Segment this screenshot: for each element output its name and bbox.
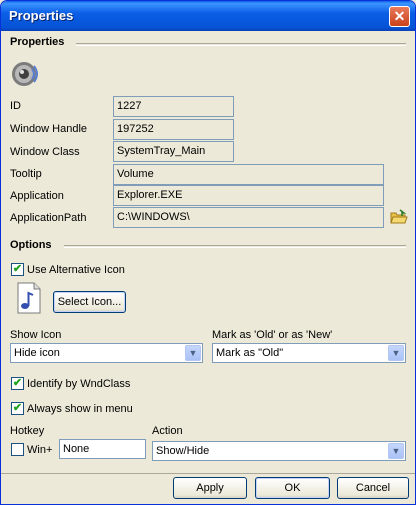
window-title: Properties: [9, 8, 74, 23]
show-icon-select[interactable]: Hide icon ▼: [10, 343, 203, 363]
use-alt-icon-label: Use Alternative Icon: [27, 264, 125, 276]
identify-by-class-checkbox[interactable]: ✔: [11, 377, 24, 390]
use-alt-icon-checkbox[interactable]: ✔: [11, 263, 24, 276]
always-show-label: Always show in menu: [27, 403, 133, 415]
select-icon-button[interactable]: Select Icon...: [53, 291, 126, 313]
win-checkbox[interactable]: [11, 443, 24, 456]
mark-select[interactable]: Mark as "Old" ▼: [212, 343, 406, 363]
mark-value: Mark as "Old": [216, 347, 284, 359]
id-field[interactable]: 1227: [113, 96, 234, 117]
music-note-icon: [12, 282, 44, 314]
application-path-label: ApplicationPath: [10, 212, 87, 224]
properties-divider: [76, 43, 406, 46]
hotkey-label: Hotkey: [10, 425, 45, 437]
window-handle-label: Window Handle: [10, 123, 88, 135]
chevron-down-icon[interactable]: ▼: [388, 443, 404, 459]
chevron-down-icon[interactable]: ▼: [185, 345, 201, 361]
close-button[interactable]: ✕: [389, 6, 410, 27]
action-select[interactable]: Show/Hide ▼: [152, 441, 406, 461]
options-divider: [64, 245, 406, 248]
win-label: Win+: [27, 444, 53, 456]
tooltip-label: Tooltip: [10, 168, 42, 180]
options-header: Options: [10, 239, 52, 251]
button-bar-divider: [1, 473, 415, 475]
window-class-label: Window Class: [10, 146, 80, 158]
ok-button[interactable]: OK: [255, 477, 330, 499]
action-label: Action: [152, 425, 183, 437]
application-field[interactable]: Explorer.EXE: [113, 185, 384, 206]
tooltip-field[interactable]: Volume: [113, 164, 384, 185]
properties-window: Properties ✕ Properties ID 1227 Window H…: [0, 0, 416, 505]
title-bar[interactable]: Properties ✕: [1, 1, 415, 31]
show-icon-label: Show Icon: [10, 329, 62, 341]
speaker-icon: [10, 59, 42, 89]
application-path-field[interactable]: C:\WINDOWS\: [113, 207, 384, 228]
apply-button[interactable]: Apply: [173, 477, 247, 499]
window-class-field[interactable]: SystemTray_Main: [113, 141, 234, 162]
identify-by-class-label: Identify by WndClass: [27, 378, 131, 390]
show-icon-value: Hide icon: [14, 347, 60, 359]
action-value: Show/Hide: [156, 445, 210, 457]
properties-header: Properties: [10, 36, 65, 48]
application-label: Application: [10, 190, 64, 202]
open-folder-icon[interactable]: [390, 208, 408, 226]
cancel-button[interactable]: Cancel: [337, 477, 409, 499]
always-show-checkbox[interactable]: ✔: [11, 402, 24, 415]
window-handle-field[interactable]: 197252: [113, 119, 234, 140]
hotkey-field[interactable]: None: [59, 439, 146, 459]
mark-label: Mark as 'Old' or as 'New': [212, 329, 333, 341]
chevron-down-icon[interactable]: ▼: [388, 345, 404, 361]
id-label: ID: [10, 100, 21, 112]
